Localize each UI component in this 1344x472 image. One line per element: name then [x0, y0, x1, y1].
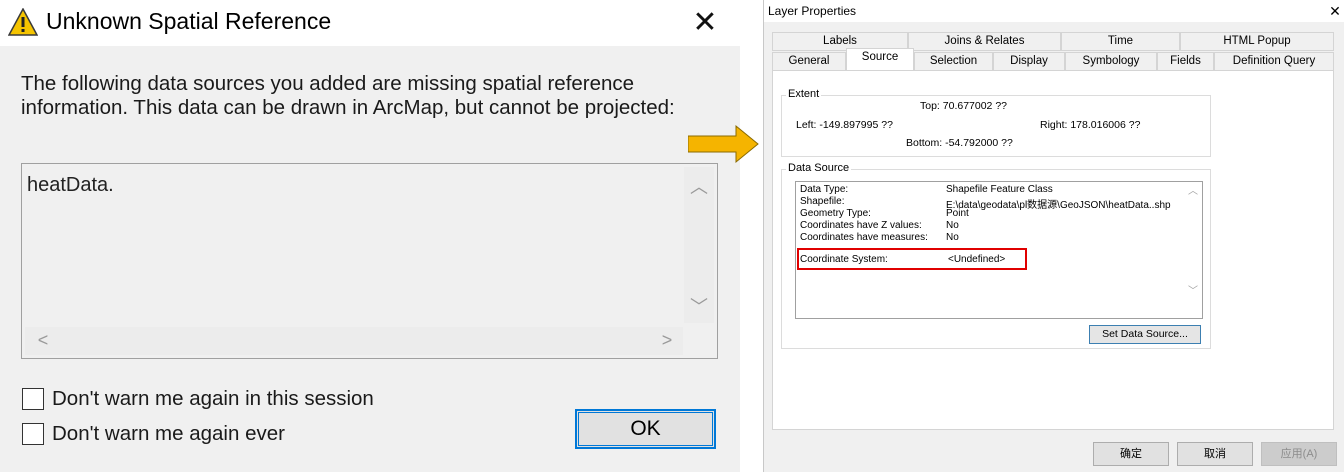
extent-top: Top: 70.677002 ?? — [920, 100, 1007, 112]
dont-warn-ever-checkbox[interactable] — [22, 423, 44, 445]
ok-button[interactable]: OK — [575, 409, 716, 449]
close-icon[interactable]: ✕ — [1326, 0, 1344, 22]
tab-symbology[interactable]: Symbology — [1065, 52, 1157, 71]
dialog-title: Layer Properties — [768, 4, 857, 18]
scroll-down-icon[interactable]: ﹀ — [687, 297, 711, 319]
scroll-up-icon[interactable]: ︿ — [1187, 186, 1199, 198]
shapefile-key: Shapefile: — [800, 196, 845, 207]
tab-fields[interactable]: Fields — [1157, 52, 1214, 71]
dialog-titlebar: Unknown Spatial Reference ✕ — [0, 0, 740, 46]
close-icon[interactable]: ✕ — [688, 6, 722, 40]
measures-key: Coordinates have measures: — [800, 232, 928, 243]
data-source-details[interactable]: Data Type: Shapefile Feature Class Shape… — [795, 181, 1203, 319]
scroll-left-icon[interactable]: < — [31, 330, 55, 352]
tab-time[interactable]: Time — [1061, 32, 1180, 51]
cancel-button[interactable]: 取消 — [1177, 442, 1253, 466]
z-values-key: Coordinates have Z values: — [800, 220, 922, 231]
tab-display[interactable]: Display — [993, 52, 1065, 71]
horizontal-scrollbar[interactable]: < > — [25, 327, 683, 355]
z-values-value: No — [946, 220, 959, 231]
details-vertical-scrollbar[interactable]: ︿ ﹀ — [1186, 184, 1200, 302]
coordinate-system-highlight — [797, 248, 1027, 270]
geometry-type-value: Point — [946, 208, 969, 219]
ok-button[interactable]: 确定 — [1093, 442, 1169, 466]
extent-group: Extent Top: 70.677002 ?? Left: -149.8979… — [781, 88, 1211, 157]
annotation-arrow-icon — [688, 124, 759, 164]
warning-triangle-icon — [8, 8, 38, 36]
dont-warn-session-checkbox[interactable] — [22, 388, 44, 410]
extent-group-label: Extent — [786, 88, 822, 100]
data-type-key: Data Type: — [800, 184, 849, 195]
checkbox-row-ever[interactable]: Don't warn me again ever — [22, 422, 285, 446]
scroll-up-icon[interactable]: ︿ — [687, 177, 711, 199]
tab-source[interactable]: Source — [846, 48, 914, 71]
checkbox-row-session[interactable]: Don't warn me again in this session — [22, 387, 374, 411]
dont-warn-ever-label: Don't warn me again ever — [52, 422, 285, 445]
scroll-right-icon[interactable]: > — [655, 330, 679, 352]
extent-right: Right: 178.016006 ?? — [1040, 119, 1141, 131]
set-data-source-button[interactable]: Set Data Source... — [1089, 325, 1201, 344]
tab-html-popup[interactable]: HTML Popup — [1180, 32, 1334, 51]
data-sources-list[interactable]: heatData. ︿ ﹀ < > — [21, 163, 718, 359]
vertical-scrollbar[interactable]: ︿ ﹀ — [684, 167, 714, 323]
dialog-title: Unknown Spatial Reference — [46, 8, 332, 34]
tab-general[interactable]: General — [772, 52, 846, 71]
tab-joins-relates[interactable]: Joins & Relates — [908, 32, 1061, 51]
scroll-down-icon[interactable]: ﹀ — [1187, 286, 1199, 298]
layer-properties-dialog: Layer Properties ✕ Labels Joins & Relate… — [764, 0, 1344, 472]
data-source-group-label: Data Source — [786, 162, 852, 174]
tab-selection[interactable]: Selection — [914, 52, 993, 71]
shapefile-value: E:\data\geodata\pl数据源\GeoJSON\heatData..… — [946, 200, 1171, 211]
source-tab-panel: Extent Top: 70.677002 ?? Left: -149.8979… — [772, 70, 1334, 430]
geometry-type-key: Geometry Type: — [800, 208, 871, 219]
dialog-message: The following data sources you added are… — [21, 72, 675, 119]
dont-warn-session-label: Don't warn me again in this session — [52, 387, 374, 410]
tab-definition-query[interactable]: Definition Query — [1214, 52, 1334, 71]
extent-bottom: Bottom: -54.792000 ?? — [906, 137, 1013, 149]
measures-value: No — [946, 232, 959, 243]
extent-left: Left: -149.897995 ?? — [796, 119, 893, 131]
data-type-value: Shapefile Feature Class — [946, 184, 1053, 195]
apply-button[interactable]: 应用(A) — [1261, 442, 1337, 466]
dialog-titlebar: Layer Properties ✕ — [764, 0, 1344, 22]
unknown-spatial-reference-dialog: Unknown Spatial Reference ✕ The followin… — [0, 0, 740, 472]
list-item[interactable]: heatData. — [27, 174, 114, 197]
